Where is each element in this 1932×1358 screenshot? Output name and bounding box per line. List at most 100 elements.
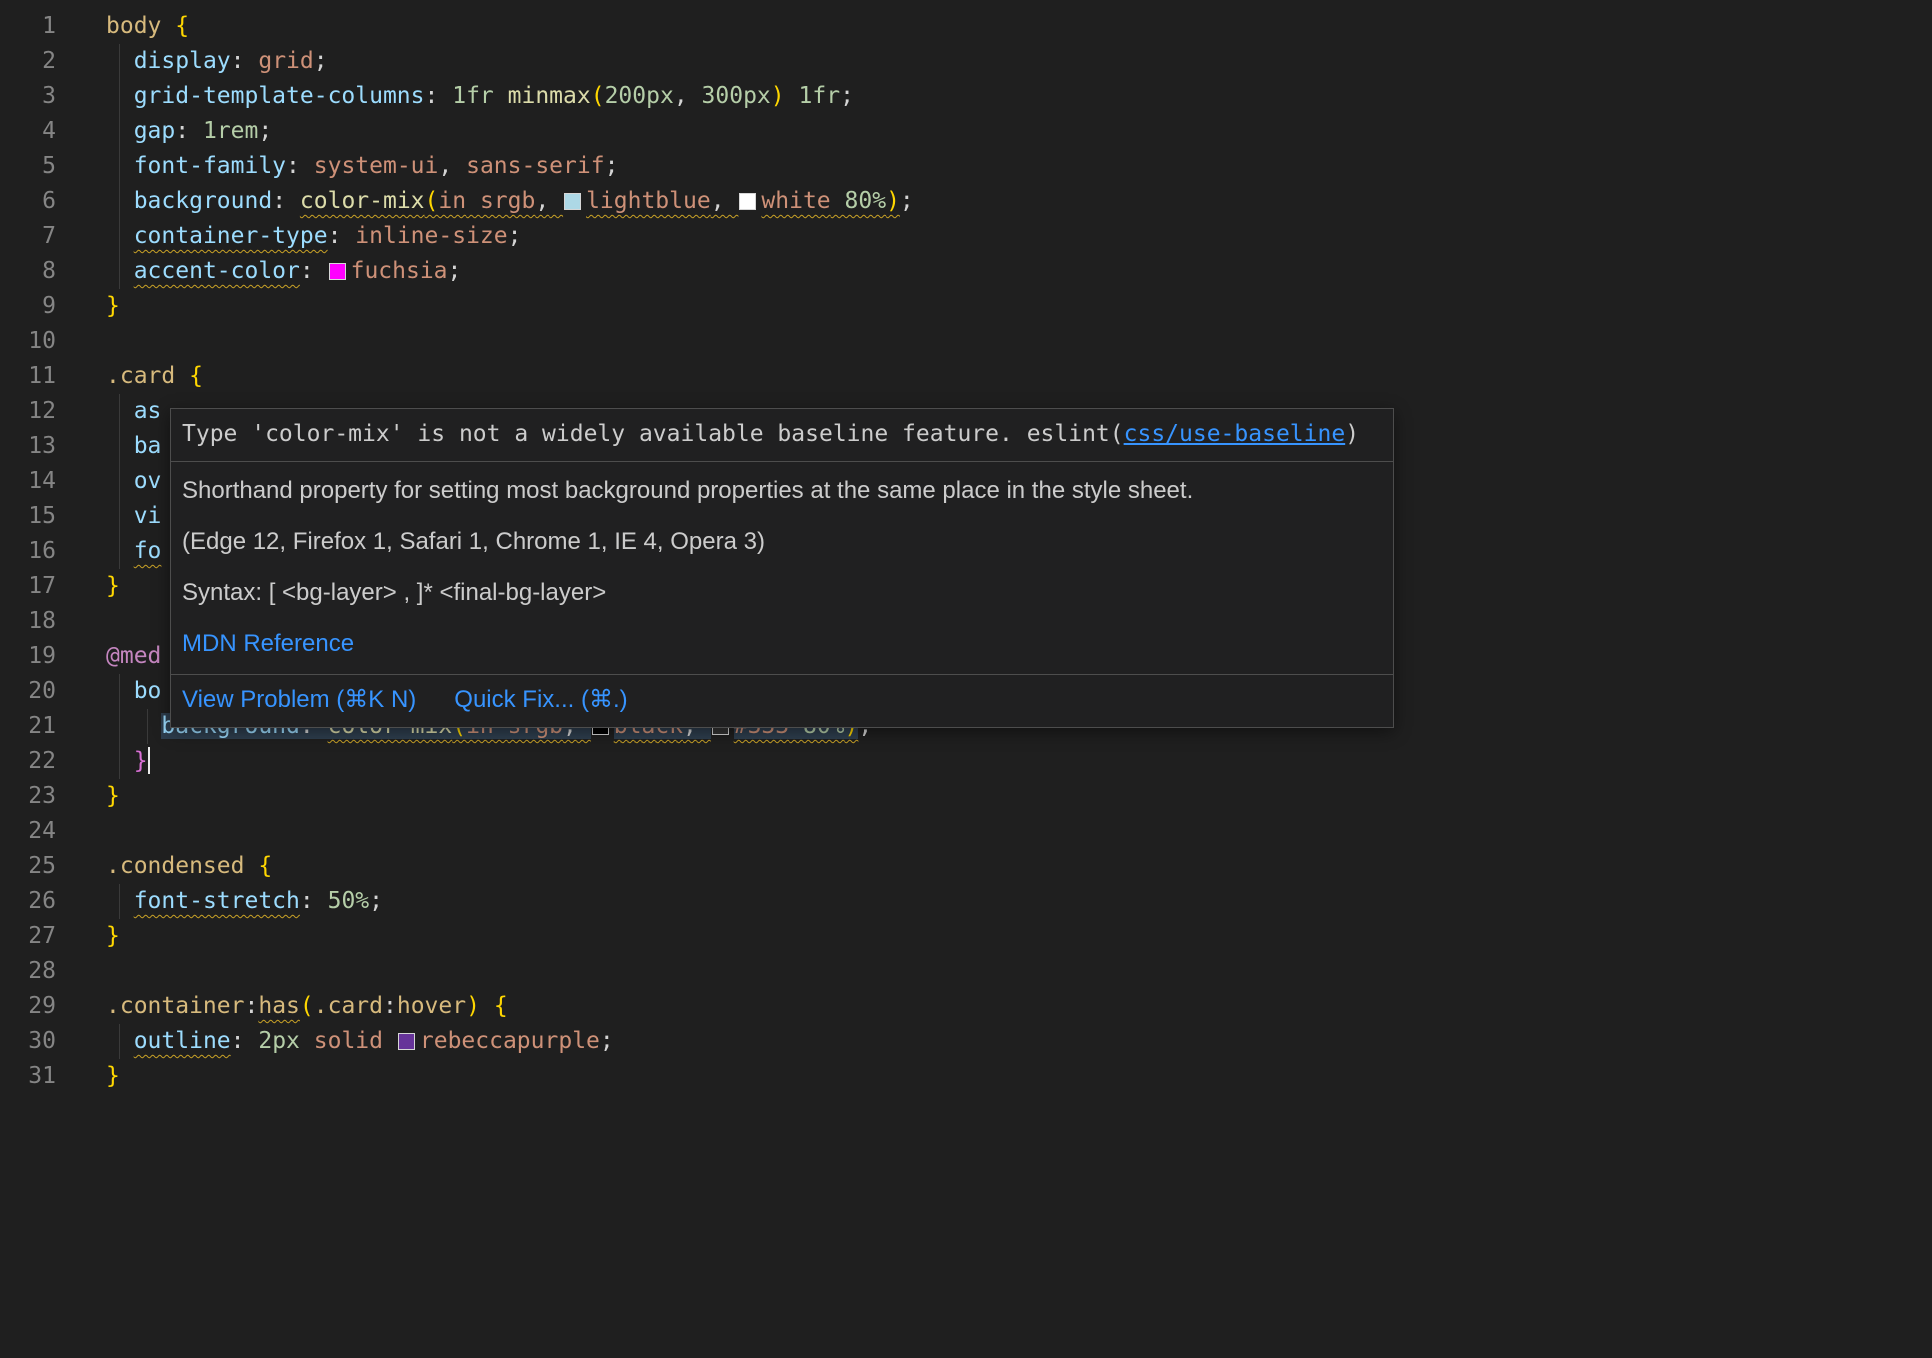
code-token: body — [106, 13, 161, 39]
line-content[interactable]: fo — [106, 534, 161, 569]
view-problem-action[interactable]: View Problem (⌘K N) — [182, 685, 416, 714]
code-token: ) — [771, 83, 785, 109]
code-token: : — [175, 118, 189, 144]
code-token: accent-color — [134, 258, 300, 284]
code-token — [161, 13, 175, 39]
line-content[interactable]: } — [106, 779, 120, 814]
code-line[interactable]: 10 — [0, 324, 1932, 359]
line-content[interactable]: ov — [106, 464, 161, 499]
code-token: rebeccapurple — [420, 1028, 600, 1054]
color-swatch[interactable] — [329, 263, 346, 280]
code-token: vi — [134, 503, 162, 529]
indent-guide — [119, 744, 120, 779]
line-content[interactable]: accent-color: fuchsia; — [106, 254, 461, 289]
code-token: sans-serif — [466, 153, 604, 179]
code-token: font-stretch — [134, 888, 300, 914]
line-content[interactable]: @med — [106, 639, 161, 674]
code-line[interactable]: 23} — [0, 779, 1932, 814]
line-content[interactable]: vi — [106, 499, 161, 534]
code-line[interactable]: 1body { — [0, 9, 1932, 44]
line-number: 16 — [0, 534, 56, 569]
code-line[interactable]: 29.container:has(.card:hover) { — [0, 989, 1932, 1024]
code-token: : — [328, 223, 342, 249]
line-content[interactable]: outline: 2px solid rebeccapurple; — [106, 1024, 614, 1059]
code-token: , — [535, 188, 549, 214]
line-content[interactable]: .condensed { — [106, 849, 272, 884]
code-token: 300px — [702, 83, 771, 109]
code-line[interactable]: 28 — [0, 954, 1932, 989]
line-content[interactable]: body { — [106, 9, 189, 44]
code-token: { — [175, 13, 189, 39]
mdn-reference-link[interactable]: MDN Reference — [182, 630, 354, 657]
line-content[interactable]: .card { — [106, 359, 203, 394]
code-token: } — [134, 748, 148, 774]
code-line[interactable]: 7 container-type: inline-size; — [0, 219, 1932, 254]
line-number: 10 — [0, 324, 56, 359]
line-content[interactable]: bo — [106, 674, 161, 709]
tooltip-actions: View Problem (⌘K N) Quick Fix... (⌘.) — [171, 675, 1393, 727]
line-content[interactable]: ba — [106, 429, 161, 464]
code-token: lightblue — [586, 188, 711, 214]
code-line[interactable]: 22 } — [0, 744, 1932, 779]
code-line[interactable]: 25.condensed { — [0, 849, 1932, 884]
code-token: ; — [314, 48, 328, 74]
code-line[interactable]: 8 accent-color: fuchsia; — [0, 254, 1932, 289]
code-token: : — [244, 993, 258, 1019]
code-token: srgb — [480, 188, 535, 214]
indent-guide — [119, 219, 120, 254]
line-content[interactable]: grid-template-columns: 1fr minmax(200px,… — [106, 79, 854, 114]
line-content[interactable]: container-type: inline-size; — [106, 219, 521, 254]
line-number: 29 — [0, 989, 56, 1024]
line-number: 24 — [0, 814, 56, 849]
line-content[interactable]: } — [106, 919, 120, 954]
line-content[interactable]: } — [106, 289, 120, 324]
text-cursor — [148, 747, 150, 774]
line-content[interactable]: as — [106, 394, 161, 429]
code-line[interactable]: 2 display: grid; — [0, 44, 1932, 79]
code-line[interactable]: 11.card { — [0, 359, 1932, 394]
code-token: solid — [314, 1028, 383, 1054]
line-content[interactable]: .container:has(.card:hover) { — [106, 989, 508, 1024]
code-line[interactable]: 4 gap: 1rem; — [0, 114, 1932, 149]
code-token: 200px — [605, 83, 674, 109]
code-token: hover — [397, 993, 466, 1019]
line-content[interactable]: background: color-mix(in srgb, lightblue… — [106, 184, 914, 219]
color-swatch[interactable] — [564, 193, 581, 210]
quick-fix-action[interactable]: Quick Fix... (⌘.) — [454, 685, 627, 714]
code-line[interactable]: 26 font-stretch: 50%; — [0, 884, 1932, 919]
code-token: ; — [448, 258, 462, 284]
line-content[interactable]: font-family: system-ui, sans-serif; — [106, 149, 618, 184]
doc-description: Shorthand property for setting most back… — [182, 476, 1382, 505]
code-token — [785, 83, 799, 109]
code-line[interactable]: 3 grid-template-columns: 1fr minmax(200p… — [0, 79, 1932, 114]
line-content[interactable]: font-stretch: 50%; — [106, 884, 383, 919]
color-swatch[interactable] — [739, 193, 756, 210]
code-token: : — [272, 188, 286, 214]
code-token: : — [231, 48, 245, 74]
indent-guide — [119, 499, 120, 534]
line-content[interactable]: display: grid; — [106, 44, 328, 79]
indent-guide — [119, 429, 120, 464]
code-token: ) — [466, 993, 480, 1019]
code-line[interactable]: 27} — [0, 919, 1932, 954]
code-token — [244, 853, 258, 879]
code-line[interactable]: 5 font-family: system-ui, sans-serif; — [0, 149, 1932, 184]
line-content[interactable]: } — [106, 1059, 120, 1094]
color-swatch[interactable] — [398, 1033, 415, 1050]
line-number: 6 — [0, 184, 56, 219]
line-content[interactable]: gap: 1rem; — [106, 114, 272, 149]
code-token — [383, 1028, 397, 1054]
code-token: : — [286, 153, 300, 179]
line-content[interactable]: } — [106, 569, 120, 604]
code-line[interactable]: 6 background: color-mix(in srgb, lightbl… — [0, 184, 1932, 219]
code-token — [480, 993, 494, 1019]
code-line[interactable]: 31} — [0, 1059, 1932, 1094]
code-line[interactable]: 30 outline: 2px solid rebeccapurple; — [0, 1024, 1932, 1059]
indent-guide — [147, 709, 148, 744]
code-line[interactable]: 24 — [0, 814, 1932, 849]
code-token: : — [425, 83, 439, 109]
code-line[interactable]: 9} — [0, 289, 1932, 324]
eslint-rule-link[interactable]: css/use-baseline — [1124, 421, 1346, 447]
code-token: : — [300, 258, 314, 284]
line-content[interactable]: } — [106, 744, 150, 779]
